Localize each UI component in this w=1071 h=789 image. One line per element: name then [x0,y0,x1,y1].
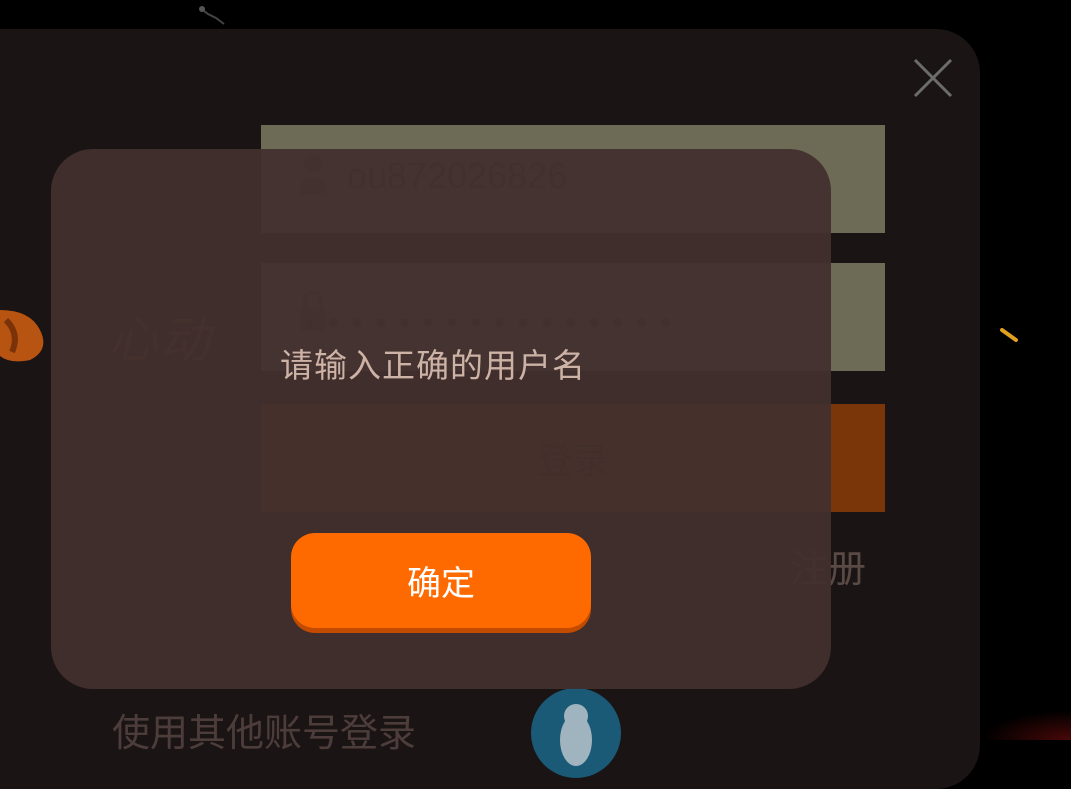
dialog-message: 请输入正确的用户名 [280,346,586,385]
other-login-label: 使用其他账号登录 [112,711,417,755]
background-glow [981,710,1071,740]
close-icon[interactable] [912,57,954,99]
alert-dialog: 请输入正确的用户名 确定 [51,149,831,689]
qq-icon[interactable] [531,688,621,778]
qq-penguin-icon [560,704,592,766]
confirm-button[interactable]: 确定 [291,533,591,628]
background-spark [1000,328,1018,342]
